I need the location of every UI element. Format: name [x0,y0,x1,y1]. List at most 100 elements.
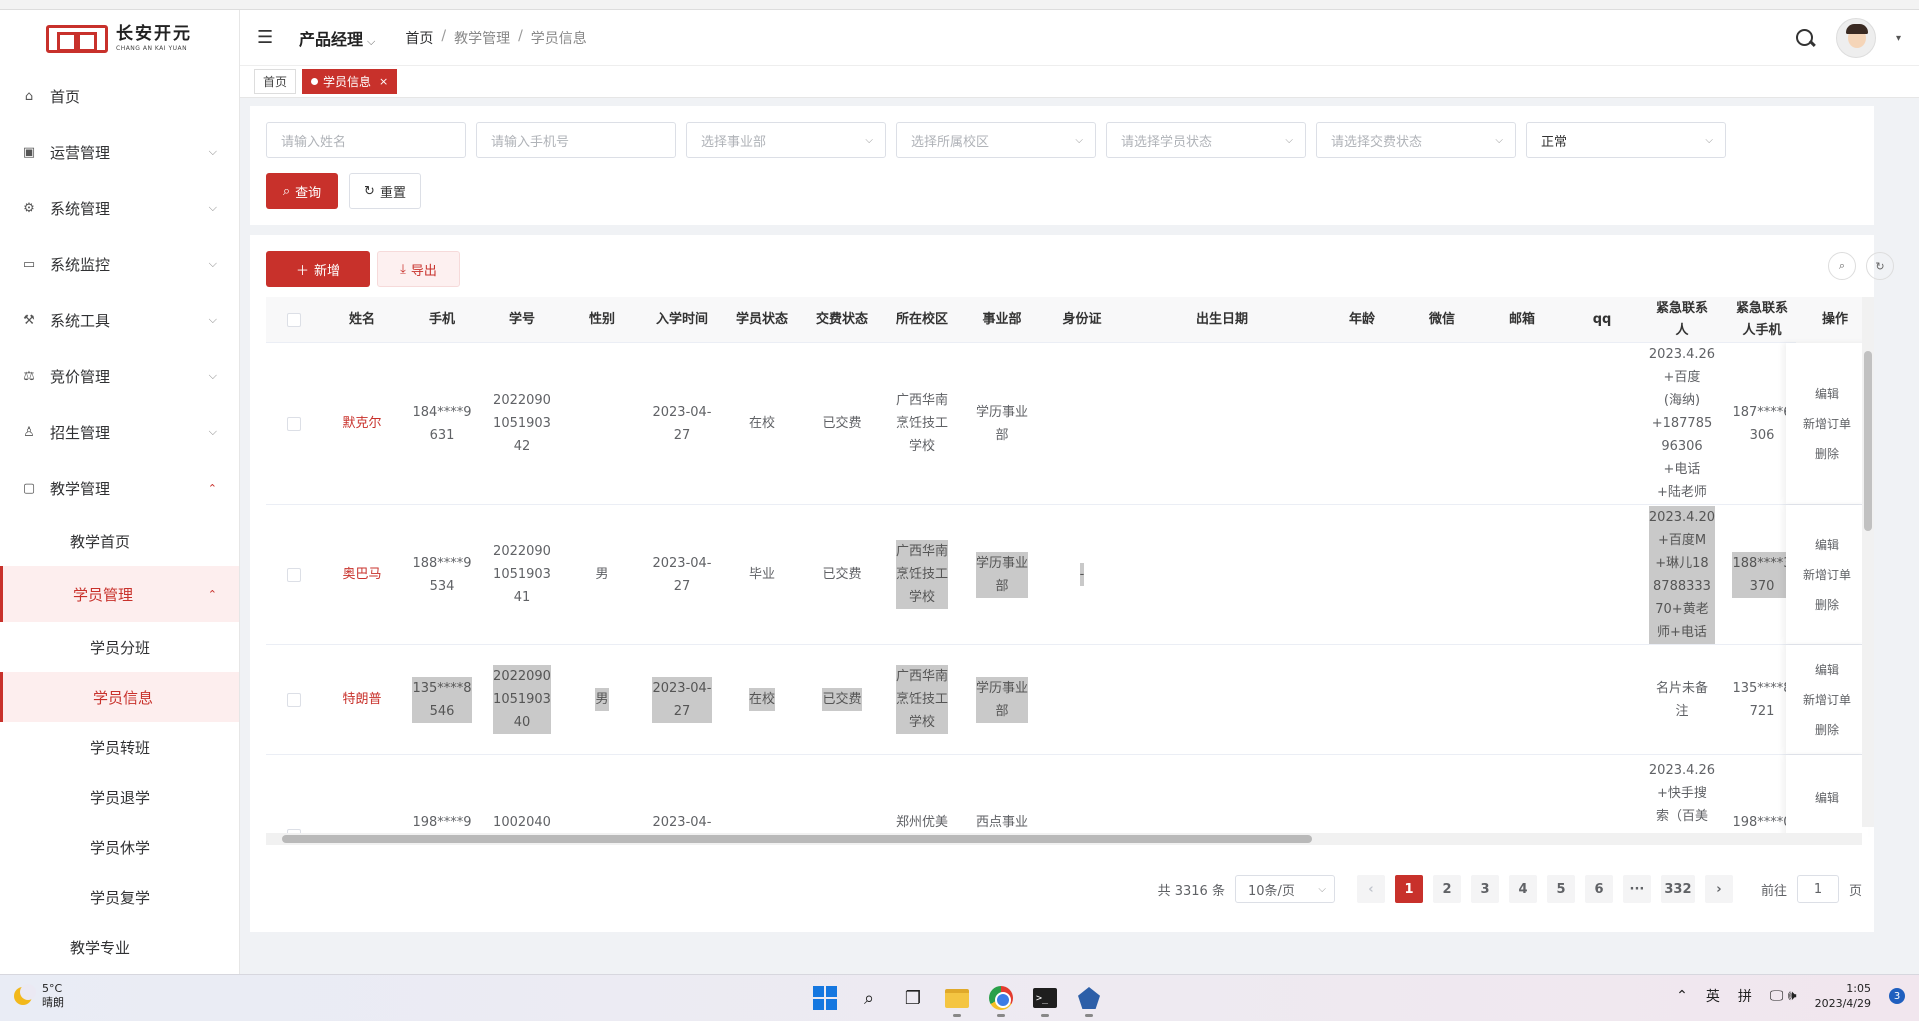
pay-cell: 已交费 [802,645,882,754]
breadcrumb-home[interactable]: 首页 [405,28,433,48]
sidebar-item-student-mgmt[interactable]: 学员管理 ⌃ [0,566,239,622]
task-view-icon[interactable]: ❐ [900,985,926,1011]
network-volume-icon[interactable]: 🖵 🕪 [1770,988,1797,1004]
sidebar-item-major[interactable]: 教学专业 [0,922,239,972]
sidebar-item-monitor[interactable]: ▭ 系统监控 ⌵ [0,236,239,292]
add-order-button[interactable]: 新增订单 [1803,566,1851,583]
page-button[interactable]: 2 [1432,875,1461,903]
sidebar-item-bidding[interactable]: ⚖ 竞价管理 ⌵ [0,348,239,404]
page-button[interactable]: 3 [1470,875,1499,903]
row-checkbox[interactable] [266,343,322,504]
tab-home[interactable]: 首页 [254,69,297,94]
terminal-icon[interactable]: >_ [1032,985,1058,1017]
toggle-search-button[interactable]: ⌕ [1828,252,1856,280]
sidebar-item-operations[interactable]: ▣ 运营管理 ⌵ [0,124,239,180]
sidebar-item-home[interactable]: ⌂ 首页 [0,68,239,124]
role-switcher[interactable]: 产品经理 ⌵ [299,26,375,50]
vertical-scrollbar[interactable] [1862,297,1874,827]
state-select[interactable]: 正常 ⌵ [1526,122,1726,158]
clock[interactable]: 1:05 2023/4/29 [1815,981,1871,1011]
page-button[interactable]: 4 [1508,875,1537,903]
search-icon[interactable] [1794,27,1816,49]
sidebar-item-system[interactable]: ⚙ 系统管理 ⌵ [0,180,239,236]
goto-label: 前往 [1760,883,1787,899]
pay-status-select[interactable]: 请选择交费状态 ⌵ [1316,122,1516,158]
notification-badge[interactable]: 3 [1889,988,1905,1004]
screen-icon: ▭ [22,256,36,272]
chevron-up-icon[interactable]: ⌃ [1676,988,1688,1004]
sidebar-item-student-suspend[interactable]: 学员休学 [0,822,239,872]
select-all-checkbox[interactable] [266,297,322,343]
search-icon[interactable]: ⌕ [856,985,882,1011]
app-icon[interactable] [1076,985,1102,1017]
column-header: 紧急联系人 [1656,301,1709,338]
sidebar-item-enrollment[interactable]: ♙ 招生管理 ⌵ [0,404,239,460]
prev-page-button[interactable]: ‹ [1356,875,1385,903]
page-button[interactable]: 6 [1584,875,1613,903]
export-button[interactable]: ⤓ 导出 [377,251,460,287]
page-size-select[interactable]: 10条/页 ⌵ [1234,875,1335,903]
ime-mode[interactable]: 拼 [1738,986,1752,1006]
gear-icon: ⚙ [23,200,35,216]
avatar[interactable] [1835,18,1876,58]
dept-cell: 学历事业部 [975,404,1028,443]
add-order-button[interactable]: 新增订单 [1803,415,1851,432]
name-input[interactable]: 请输入姓名 [266,122,466,158]
horizontal-scrollbar[interactable] [266,833,1862,845]
student-status-select[interactable]: 请选择学员状态 ⌵ [1106,122,1306,158]
next-page-button[interactable]: › [1704,875,1733,903]
add-order-button[interactable]: 新增订单 [1803,691,1851,708]
campus-select[interactable]: 选择所属校区 ⌵ [896,122,1096,158]
tab-student-info[interactable]: 学员信息 × [302,69,398,94]
ime-language[interactable]: 英 [1706,986,1720,1006]
taskbar: 5°C 晴朗 ⌕ ❐ >_ ⌃ 英 拼 🖵 🕪 1:05 2023/4/29 3 [0,974,1919,1021]
query-button[interactable]: ⌕ 查询 [266,173,338,209]
phone-input[interactable]: 请输入手机号 [476,122,676,158]
file-explorer-icon[interactable] [944,985,970,1017]
row-actions: 编辑 新增订单 删除 [1786,645,1868,754]
sidebar-item-student-info[interactable]: 学员信息 [0,672,239,722]
logo-mark-icon [46,25,108,53]
delete-button[interactable]: 删除 [1815,721,1839,738]
reset-button[interactable]: ↻ 重置 [349,173,421,209]
start-button[interactable] [812,985,838,1011]
goto-page-input[interactable]: 1 [1796,875,1839,903]
edit-button[interactable]: 编辑 [1815,385,1839,402]
dept-select[interactable]: 选择事业部 ⌵ [686,122,886,158]
row-checkbox[interactable] [266,645,322,754]
sidebar-item-student-resume[interactable]: 学员复学 [0,872,239,922]
chevron-down-icon: ⌵ [865,134,873,146]
page-button[interactable]: 332 [1660,875,1695,903]
page-button[interactable]: 1 [1394,875,1423,903]
breadcrumb-current: 学员信息 [530,30,587,47]
page-button[interactable]: 5 [1546,875,1575,903]
campus-cell: 广西华南 烹饪技工 学校 [895,393,948,454]
delete-button[interactable]: 删除 [1815,445,1839,462]
sidebar: 长安开元 CHANG AN KAI YUAN ⌂ 首页 ▣ 运营管理 ⌵ ⚙ 系统管理 ⌵… [0,10,240,974]
edit-button[interactable]: 编辑 [1815,661,1839,678]
refresh-button[interactable]: ↻ [1866,252,1894,280]
student-name[interactable]: 特朗普 [322,645,402,754]
row-checkbox[interactable] [266,505,322,644]
add-button[interactable]: ＋新增 [266,251,370,287]
chrome-icon[interactable] [988,985,1014,1017]
sidebar-item-student-class[interactable]: 学员分班 [0,622,239,672]
student-name[interactable]: 默克尔 [322,343,402,504]
edit-button[interactable]: 编辑 [1815,789,1839,806]
caret-down-icon[interactable]: ▾ [1896,33,1901,44]
menu-toggle-icon[interactable]: ☰ [257,27,275,48]
edit-button[interactable]: 编辑 [1815,536,1839,553]
sidebar-item-teaching-home[interactable]: 教学首页 [0,516,239,566]
student-name[interactable] [322,755,402,837]
sidebar-item-student-transfer[interactable]: 学员转班 [0,722,239,772]
sidebar-item-teaching[interactable]: ▢ 教学管理 ⌃ [0,460,239,516]
weather-widget[interactable]: 5°C 晴朗 [14,982,64,1010]
close-icon[interactable]: × [379,75,388,88]
brand-logo[interactable]: 长安开元 CHANG AN KAI YUAN [0,10,239,68]
delete-button[interactable]: 删除 [1815,596,1839,613]
sidebar-item-student-dropout[interactable]: 学员退学 [0,772,239,822]
more-pages-button[interactable]: ··· [1622,875,1651,903]
student-name[interactable]: 奥巴马 [322,505,402,644]
row-checkbox[interactable] [266,755,322,837]
sidebar-item-tools[interactable]: ⚒ 系统工具 ⌵ [0,292,239,348]
